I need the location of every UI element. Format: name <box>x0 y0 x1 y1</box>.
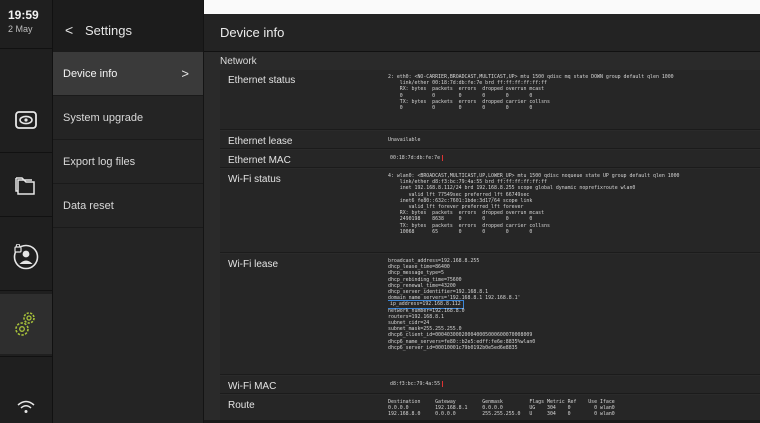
menu-item-data-reset[interactable]: Data reset <box>53 184 203 228</box>
row-value: Destination Gateway Genmask Flags Metric… <box>388 399 756 418</box>
left-rail: 19:59 2 May <box>0 0 53 423</box>
row-wifi-lease: Wi-Fi lease broadcast_address=192.168.8.… <box>220 254 760 375</box>
row-label: Ethernet lease <box>228 136 293 147</box>
rail-divider <box>0 356 52 357</box>
row-ethernet-status: Ethernet status 2: eth0: <NO-CARRIER,BRO… <box>220 70 760 130</box>
status-clock: 19:59 2 May <box>8 8 48 34</box>
menu-item-device-info[interactable]: Device info > <box>53 52 203 96</box>
row-ethernet-lease: Ethernet lease Unavailable <box>220 131 760 149</box>
row-value: d8:f3:bc:79:4a:55 <box>388 381 756 388</box>
rail-user-button[interactable] <box>0 227 52 287</box>
value-line: 192.168.8.0 0.0.0.0 255.255.255.0 U 304 … <box>388 411 615 418</box>
chevron-right-icon: > <box>181 66 189 81</box>
menu-item-label: Data reset <box>63 199 114 212</box>
gears-icon <box>15 312 35 336</box>
value-line: 0 0 0 0 0 0 <box>388 105 533 112</box>
row-value: broadcast_address=192.168.8.255 dhcp_leas… <box>388 258 756 351</box>
rail-divider <box>0 152 52 153</box>
device-info-panel: Device info Network Ethernet status 2: e… <box>204 0 760 423</box>
folder-icon <box>15 177 35 195</box>
row-value: 2: eth0: <NO-CARRIER,BROADCAST,MULTICAST… <box>388 74 756 111</box>
rail-camera-button[interactable] <box>0 90 52 150</box>
rail-divider <box>0 216 52 217</box>
value-line: 10068 65 0 0 0 0 <box>388 228 533 235</box>
user-lock-icon <box>13 244 39 270</box>
highlighted-value: d8:f3:bc:79:4a:55 <box>388 381 444 388</box>
rail-files-button[interactable] <box>0 156 52 216</box>
page-title: Device info <box>204 14 760 52</box>
top-strip <box>204 0 760 14</box>
row-label: Wi-Fi lease <box>228 259 279 270</box>
row-value: Unavailable <box>388 137 756 143</box>
value-line: 00:18:7d:db:fe:7e <box>388 155 756 162</box>
row-route: Route Destination Gateway Genmask Flags … <box>220 395 760 422</box>
row-label: Route <box>228 400 255 411</box>
row-wifi-mac: Wi-Fi MAC d8:f3:bc:79:4a:55 <box>220 376 760 394</box>
row-label: Ethernet MAC <box>228 155 291 166</box>
chevron-left-icon: < <box>65 22 74 38</box>
rail-divider <box>0 48 52 49</box>
settings-menu: < Settings Device info > System upgrade … <box>53 0 204 423</box>
menu-item-label: Export log files <box>63 155 136 168</box>
menu-item-system-upgrade[interactable]: System upgrade <box>53 96 203 140</box>
camera-icon <box>15 111 37 129</box>
menu-item-export-log-files[interactable]: Export log files <box>53 140 203 184</box>
row-label: Wi-Fi MAC <box>228 381 277 392</box>
value-line: dhcp6_server_id=00010001c79b0192b0e5ed6e… <box>388 344 518 351</box>
clock-time: 19:59 <box>8 8 39 22</box>
menu-item-label: Device info <box>63 67 118 80</box>
rail-wifi-button[interactable] <box>0 390 52 423</box>
clock-date: 2 May <box>8 24 33 34</box>
rail-settings-button[interactable] <box>0 294 52 354</box>
value-line: Unavailable <box>388 137 421 143</box>
row-wifi-status: Wi-Fi status 4: wlan0: <BROADCAST,MULTIC… <box>220 169 760 253</box>
row-label: Ethernet status <box>228 75 296 86</box>
highlighted-value: 00:18:7d:db:fe:7e <box>388 155 444 162</box>
row-label: Wi-Fi status <box>228 174 281 185</box>
rail-divider <box>0 290 52 291</box>
settings-title: Settings <box>85 22 132 38</box>
menu-item-label: System upgrade <box>63 111 144 124</box>
row-value: 4: wlan0: <BROADCAST,MULTICAST,UP,LOWER_… <box>388 173 756 235</box>
row-value: 00:18:7d:db:fe:7e <box>388 155 756 162</box>
value-line: d8:f3:bc:79:4a:55 <box>388 381 756 388</box>
wifi-icon <box>17 400 35 413</box>
row-ethernet-mac: Ethernet MAC 00:18:7d:db:fe:7e <box>220 150 760 168</box>
section-title-network: Network <box>220 56 257 67</box>
